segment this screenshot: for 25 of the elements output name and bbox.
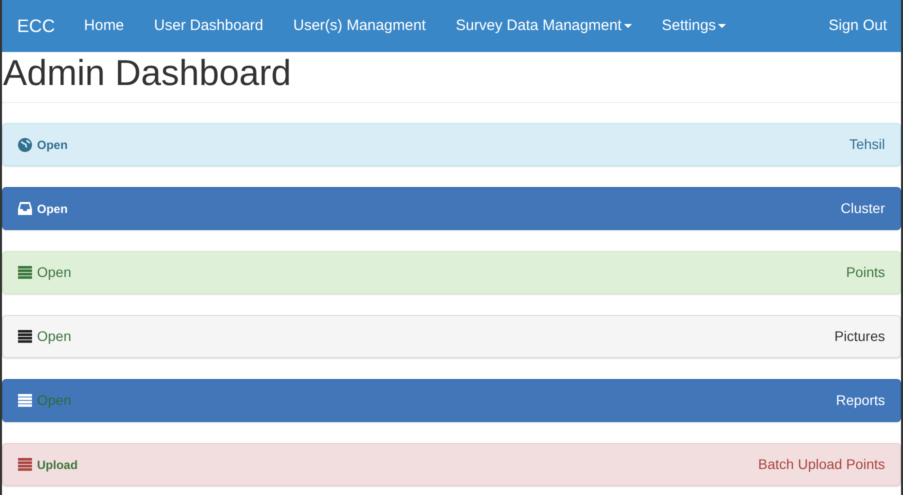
list-icon [18, 330, 32, 343]
panel-title: Cluster [840, 199, 885, 218]
open-link[interactable]: Open [37, 262, 72, 283]
nav-link[interactable]: User Dashboard [139, 6, 278, 46]
sign-out-link[interactable]: Sign Out [828, 6, 887, 46]
open-link[interactable]: Open [37, 200, 68, 218]
inbox-icon [18, 202, 32, 215]
globe-icon [18, 138, 32, 152]
brand-link[interactable]: ECC [17, 4, 56, 48]
panel-title: Points [846, 263, 885, 282]
panel-title: Reports [836, 391, 885, 410]
panel-title: Tehsil [849, 135, 885, 154]
panel-title: Pictures [834, 327, 885, 346]
panel-title: Batch Upload Points [758, 455, 885, 474]
open-link[interactable]: Open [37, 136, 68, 154]
nav-dropdown[interactable]: Survey Data Managment [440, 6, 647, 46]
nav-dropdown[interactable]: Settings [646, 6, 741, 46]
nav-link[interactable]: User(s) Managment [278, 6, 441, 46]
nav-link[interactable]: Home [69, 6, 140, 46]
list-icon [18, 266, 32, 279]
open-link[interactable]: Open [37, 326, 72, 347]
open-link[interactable]: Upload [37, 456, 78, 474]
list-icon [18, 394, 32, 407]
list-icon [18, 458, 32, 471]
page-title: Admin Dashboard [3, 53, 292, 93]
